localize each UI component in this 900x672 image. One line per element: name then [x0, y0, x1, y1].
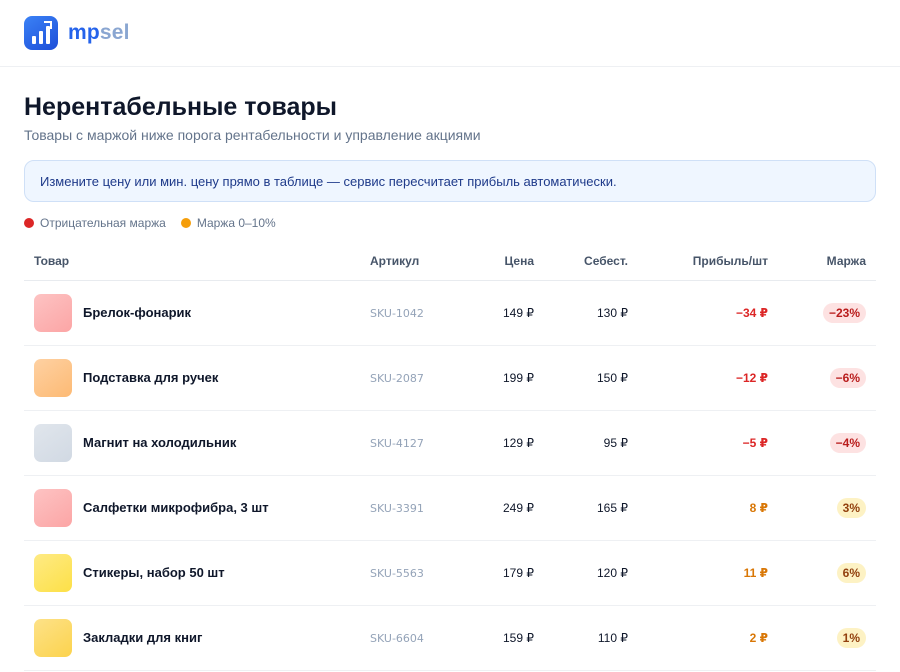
legend: Отрицательная маржа Маржа 0–10%: [24, 215, 876, 231]
info-notice: Измените цену или мин. цену прямо в табл…: [24, 160, 876, 202]
sku-value: SKU-2087: [370, 371, 424, 385]
product-name[interactable]: Брелок-фонарик: [83, 305, 191, 320]
table-header-row: Товар Артикул Цена Себест. Прибыль/шт Ма…: [24, 243, 876, 281]
cost-value: 165 ₽: [597, 500, 628, 515]
price-value[interactable]: 179 ₽: [503, 566, 534, 580]
brand-logo[interactable]: mpsel: [68, 21, 130, 45]
legend-label: Маржа 0–10%: [196, 216, 276, 230]
legend-item-low: Маржа 0–10%: [180, 216, 276, 230]
page-title: Нерентабельные товары: [24, 93, 338, 121]
cost-value: 95 ₽: [603, 435, 628, 450]
cost-value: 110 ₽: [597, 630, 628, 645]
cost-value: 120 ₽: [597, 565, 628, 580]
page-subtitle: Товары с маржой ниже порога рентабельнос…: [24, 127, 481, 143]
profit-value: −5 ₽: [742, 435, 768, 450]
product-name[interactable]: Закладки для книг: [83, 630, 202, 645]
product-cell: Магнит на холодильник: [24, 410, 370, 476]
product-name[interactable]: Подставка для ручек: [83, 370, 218, 385]
sku-value: SKU-5563: [370, 566, 424, 580]
product-cell: Стикеры, набор 50 шт: [24, 540, 370, 606]
sku-value: SKU-4127: [370, 436, 424, 450]
legend-label: Отрицательная маржа: [40, 216, 166, 230]
price-value[interactable]: 149 ₽: [503, 306, 534, 320]
product-thumbnail[interactable]: [34, 293, 72, 332]
main-content: Нерентабельные товары Товары с маржой ни…: [0, 92, 900, 671]
table-row[interactable]: Брелок-фонарик SKU-1042 149 ₽ 130 ₽ −34 ₽ −23…: [24, 280, 876, 346]
column-header-cost[interactable]: Себест.: [534, 243, 628, 281]
column-header-profit[interactable]: Прибыль/шт: [628, 243, 768, 281]
profit-value: −12 ₽: [735, 370, 768, 385]
table-row[interactable]: Стикеры, набор 50 шт SKU-5563 179 ₽ 120 ₽ 11…: [24, 540, 876, 606]
sku-value: SKU-3391: [370, 501, 424, 515]
product-name[interactable]: Магнит на холодильник: [83, 435, 236, 450]
cost-value: 150 ₽: [597, 370, 628, 385]
sku-value: SKU-6604: [370, 631, 424, 645]
top-bar: mpsel: [0, 0, 900, 67]
column-header-sku[interactable]: Артикул: [370, 243, 470, 281]
profit-value: 8 ₽: [749, 500, 768, 515]
table-row[interactable]: Магнит на холодильник SKU-4127 129 ₽ 95 ₽ −5…: [24, 410, 876, 476]
table-row[interactable]: Салфетки микрофибра, 3 шт SKU-3391 249 ₽ 16…: [24, 475, 876, 541]
products-table: Товар Артикул Цена Себест. Прибыль/шт Ма…: [24, 243, 876, 671]
product-thumbnail[interactable]: [34, 553, 72, 592]
product-name[interactable]: Салфетки микрофибра, 3 шт: [83, 500, 269, 515]
product-thumbnail[interactable]: [34, 488, 72, 527]
product-cell: Подставка для ручек: [24, 345, 370, 411]
product-name[interactable]: Стикеры, набор 50 шт: [83, 565, 225, 580]
margin-badge: −23%: [822, 302, 866, 323]
column-header-price[interactable]: Цена: [470, 243, 534, 281]
profit-value: 2 ₽: [749, 630, 768, 645]
margin-badge: 1%: [836, 627, 866, 648]
product-cell: Брелок-фонарик: [24, 280, 370, 346]
margin-badge: 3%: [836, 497, 866, 518]
product-thumbnail[interactable]: [34, 358, 72, 397]
margin-badge: −4%: [829, 432, 866, 453]
table-row[interactable]: Закладки для книг SKU-6604 159 ₽ 110 ₽ 2 ₽ 1%: [24, 605, 876, 671]
price-value[interactable]: 159 ₽: [503, 631, 534, 645]
product-cell: Салфетки микрофибра, 3 шт: [24, 475, 370, 541]
legend-item-negative: Отрицательная маржа: [24, 216, 166, 230]
profit-value: 11 ₽: [743, 565, 768, 580]
profit-value: −34 ₽: [735, 305, 768, 320]
logo-chart-icon[interactable]: [24, 16, 58, 50]
product-thumbnail[interactable]: [34, 423, 72, 462]
margin-badge: 6%: [836, 562, 866, 583]
product-cell: Закладки для книг: [24, 605, 370, 671]
price-value[interactable]: 199 ₽: [503, 371, 534, 385]
cost-value: 130 ₽: [597, 305, 628, 320]
column-header-margin[interactable]: Маржа: [768, 243, 876, 281]
price-value[interactable]: 249 ₽: [503, 501, 534, 515]
product-thumbnail[interactable]: [34, 618, 72, 657]
price-value[interactable]: 129 ₽: [503, 436, 534, 450]
margin-badge: −6%: [829, 367, 866, 388]
orange-dot-icon: [180, 218, 191, 228]
table-row[interactable]: Подставка для ручек SKU-2087 199 ₽ 150 ₽ −12…: [24, 345, 876, 411]
sku-value: SKU-1042: [370, 306, 424, 320]
column-header-product[interactable]: Товар: [24, 243, 370, 281]
red-dot-icon: [24, 218, 34, 228]
